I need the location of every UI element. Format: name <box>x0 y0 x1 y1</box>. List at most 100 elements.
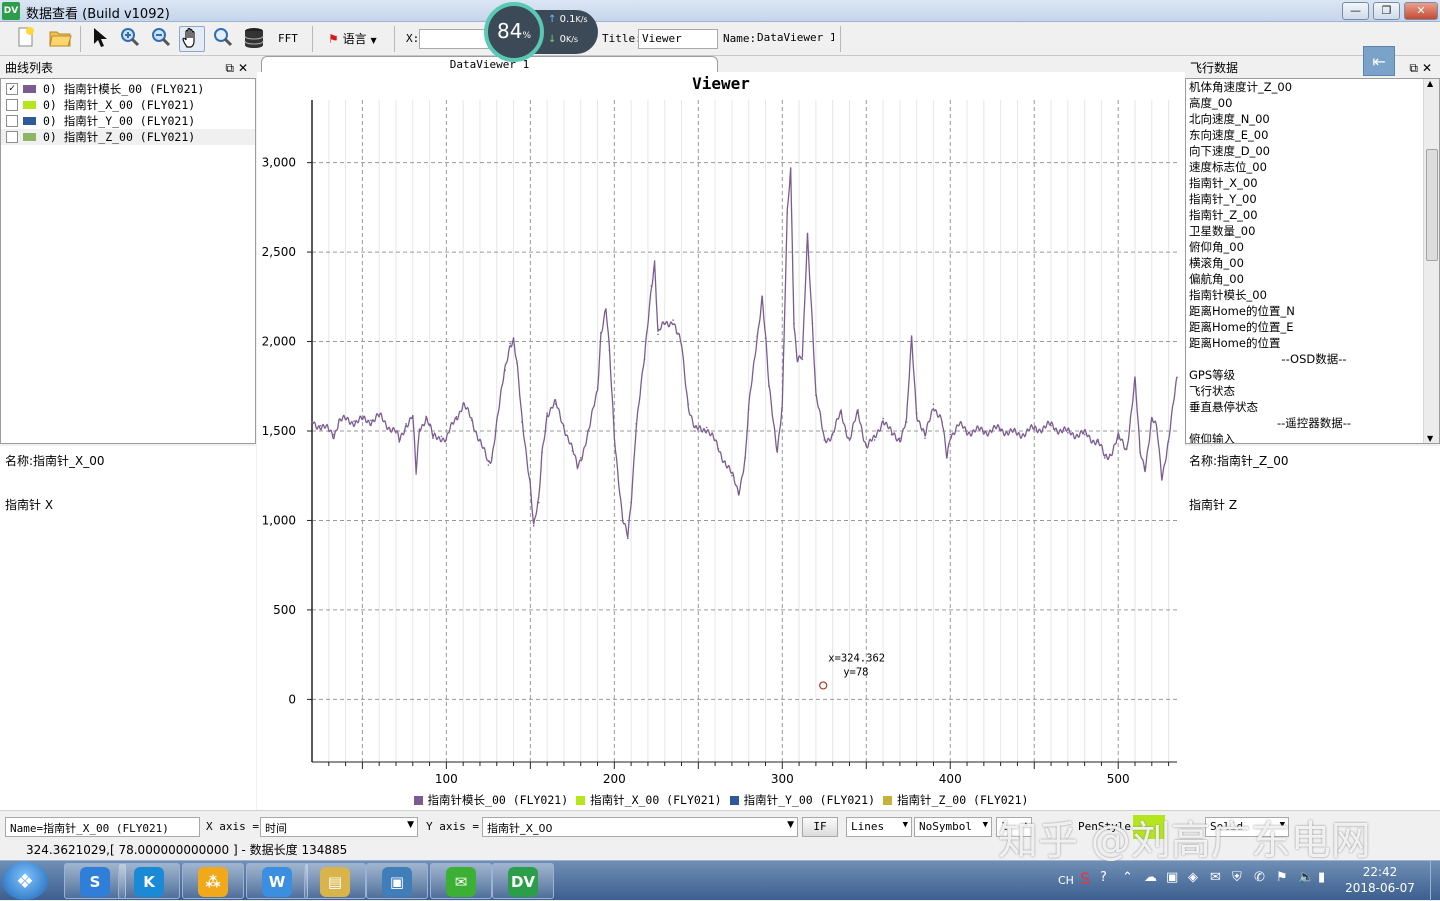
legend-item[interactable]: 指南针_Z_00 (FLY021) <box>883 792 1028 808</box>
flight-data-item[interactable]: 指南针_Y_00 <box>1186 191 1439 207</box>
curve-list-item[interactable]: 0) 指南针_Y_00 (FLY021) <box>1 113 255 129</box>
legend-item[interactable]: 指南针_Y_00 (FLY021) <box>729 792 875 808</box>
close-button[interactable]: ✕ <box>1404 2 1438 20</box>
tray-expand-icon[interactable]: ⌃ <box>1122 870 1133 885</box>
flight-data-item[interactable]: 卫星数量_00 <box>1186 223 1439 239</box>
display-icon[interactable]: ▣ <box>1166 870 1178 885</box>
taskbar-app-button[interactable]: K <box>118 863 180 899</box>
flight-data-item[interactable]: 垂直悬停状态 <box>1186 399 1439 415</box>
x-input[interactable] <box>419 29 489 49</box>
panel-controls[interactable]: ⧉✕ <box>1409 58 1436 78</box>
language-menu[interactable]: ⚑ 语言 ▼ <box>328 30 377 47</box>
zoom-fit-icon[interactable] <box>210 26 236 52</box>
taskbar-app-button[interactable]: ▤ <box>304 863 366 899</box>
taskbar-app-button[interactable]: DV <box>492 863 554 899</box>
x-axis-select[interactable]: 时间 ▼ <box>260 817 418 837</box>
data-point <box>789 167 792 169</box>
toolbar: FFT ⚑ 语言 ▼ X: Title: Viewer Name: DataVi… <box>0 22 1440 56</box>
input-language[interactable]: CH <box>1058 874 1074 887</box>
data-point <box>806 233 809 235</box>
panel-controls[interactable]: ⧉✕ <box>225 58 252 78</box>
scrollbar-thumb[interactable] <box>1426 149 1438 261</box>
maximize-button[interactable]: ❐ <box>1373 2 1400 20</box>
flight-data-item[interactable]: 机体角速度计_Z_00 <box>1186 79 1439 95</box>
flight-data-item[interactable]: 指南针_X_00 <box>1186 175 1439 191</box>
flight-data-item[interactable]: 高度_00 <box>1186 95 1439 111</box>
taskbar-app-button[interactable]: ⁂ <box>182 863 244 899</box>
taskbar-app-button[interactable]: ✉ <box>430 863 492 899</box>
mail-icon[interactable]: ✉ <box>1210 870 1221 885</box>
plot-area[interactable]: 0 500 1,000 1,500 2,000 2,500 3,000 100 200 300 40… <box>257 72 1185 810</box>
flight-data-item[interactable]: 距离Home的位置_E <box>1186 319 1439 335</box>
curve-checkbox[interactable] <box>6 99 18 111</box>
flight-data-item[interactable]: 距离Home的位置 <box>1186 335 1439 351</box>
flight-data-item[interactable]: 飞行状态 <box>1186 383 1439 399</box>
fft-button[interactable]: FFT <box>278 32 298 45</box>
side-panel-toggle-icon[interactable]: ⇤ <box>1363 46 1395 76</box>
flight-data-item[interactable]: 向下速度_D_00 <box>1186 143 1439 159</box>
flight-data-item[interactable]: 指南针_Z_00 <box>1186 207 1439 223</box>
start-button[interactable]: ❖ <box>2 862 48 900</box>
help-icon[interactable]: ? <box>1100 870 1107 885</box>
data-point <box>865 444 868 447</box>
database-icon[interactable] <box>241 26 267 52</box>
taskbar-app-button[interactable]: W <box>246 863 308 899</box>
signal-icon[interactable]: ▮ <box>1318 870 1325 885</box>
curve-checkbox[interactable] <box>6 131 18 143</box>
title-input[interactable]: Viewer <box>638 29 718 49</box>
legend-item[interactable]: 指南针_X_00 (FLY021) <box>576 792 722 808</box>
curve-name-field[interactable]: Name=指南针_X_00 (FLY021) <box>5 817 200 837</box>
zoom-in-icon[interactable] <box>117 26 143 52</box>
new-file-icon[interactable] <box>12 26 38 52</box>
show-desktop-button[interactable] <box>1430 861 1440 901</box>
flight-data-item[interactable]: 偏航角_00 <box>1186 271 1439 287</box>
scroll-up-icon[interactable]: ▲ <box>1427 79 1433 88</box>
data-point <box>411 415 414 418</box>
curve-checkbox[interactable] <box>6 115 18 127</box>
flight-data-item[interactable]: 俯仰输入 <box>1186 431 1439 443</box>
scroll-down-icon[interactable]: ▼ <box>1427 434 1433 443</box>
shield-icon[interactable]: ⛨ <box>1232 870 1242 885</box>
y-axis-select[interactable]: 指南针_X_00 ▼ <box>482 817 798 837</box>
flight-data-item[interactable]: --OSD数据-- <box>1186 351 1439 367</box>
curve-list-item[interactable]: 0) 指南针_Z_00 (FLY021) <box>1 129 255 145</box>
wechat-tray-icon[interactable]: ✆ <box>1254 870 1265 885</box>
pan-hand-icon[interactable] <box>179 26 205 52</box>
curve-list-item[interactable]: ✓ 0) 指南针模长_00 (FLY021) <box>1 81 255 97</box>
flight-data-item[interactable]: 北向速度_N_00 <box>1186 111 1439 127</box>
symbol-select[interactable]: NoSymbol ▼ <box>914 817 992 837</box>
volume-icon[interactable]: 🔈 <box>1298 870 1314 885</box>
flight-data-item[interactable]: 俯仰角_00 <box>1186 239 1439 255</box>
clock[interactable]: 22:42 2018-06-07 <box>1340 864 1420 896</box>
float-icon[interactable]: ⧉ <box>225 61 238 75</box>
flight-data-item[interactable]: 横滚角_00 <box>1186 255 1439 271</box>
taskbar-app-button[interactable]: S <box>64 863 126 899</box>
flight-data-item[interactable]: --遥控器数据-- <box>1186 415 1439 431</box>
bluetooth-icon[interactable]: ◈ <box>1188 870 1198 885</box>
open-folder-icon[interactable] <box>47 26 73 52</box>
line-style-select[interactable]: Lines ▼ <box>846 817 912 837</box>
taskbar-app-button[interactable]: ▣ <box>366 863 428 899</box>
flight-list-scrollbar[interactable]: ▲ ▼ <box>1423 79 1439 443</box>
flight-data-item[interactable]: GPS等级 <box>1186 367 1439 383</box>
flight-data-list[interactable]: 机体角速度计_Z_00 高度_00 北向速度_N_00 东向速度_E_00 向下速度_D… <box>1185 78 1440 444</box>
sogou-icon[interactable]: S <box>1080 869 1090 888</box>
legend-item[interactable]: 指南针模长_00 (FLY021) <box>413 792 568 808</box>
minimize-button[interactable]: — <box>1342 2 1369 20</box>
line-chart[interactable]: 0 500 1,000 1,500 2,000 2,500 3,000 100 200 300 40… <box>257 72 1185 810</box>
flight-data-item[interactable]: 东向速度_E_00 <box>1186 127 1439 143</box>
curve-list-item[interactable]: 0) 指南针_X_00 (FLY021) <box>1 97 255 113</box>
curve-checkbox[interactable]: ✓ <box>6 83 18 95</box>
network-icon[interactable]: ☁ <box>1144 870 1157 885</box>
flag-tray-icon[interactable]: ⚑ <box>1276 870 1288 885</box>
name-input[interactable]: DataViewer 1 <box>754 29 834 49</box>
close-icon[interactable]: ✕ <box>1422 61 1436 75</box>
zoom-out-icon[interactable] <box>148 26 174 52</box>
flight-data-item[interactable]: 指南针模长_00 <box>1186 287 1439 303</box>
flight-data-item[interactable]: 距离Home的位置_N <box>1186 303 1439 319</box>
if-button[interactable]: IF <box>802 817 838 837</box>
close-icon[interactable]: ✕ <box>238 61 252 75</box>
pointer-icon[interactable] <box>86 26 112 52</box>
float-icon[interactable]: ⧉ <box>1409 61 1422 75</box>
flight-data-item[interactable]: 速度标志位_00 <box>1186 159 1439 175</box>
